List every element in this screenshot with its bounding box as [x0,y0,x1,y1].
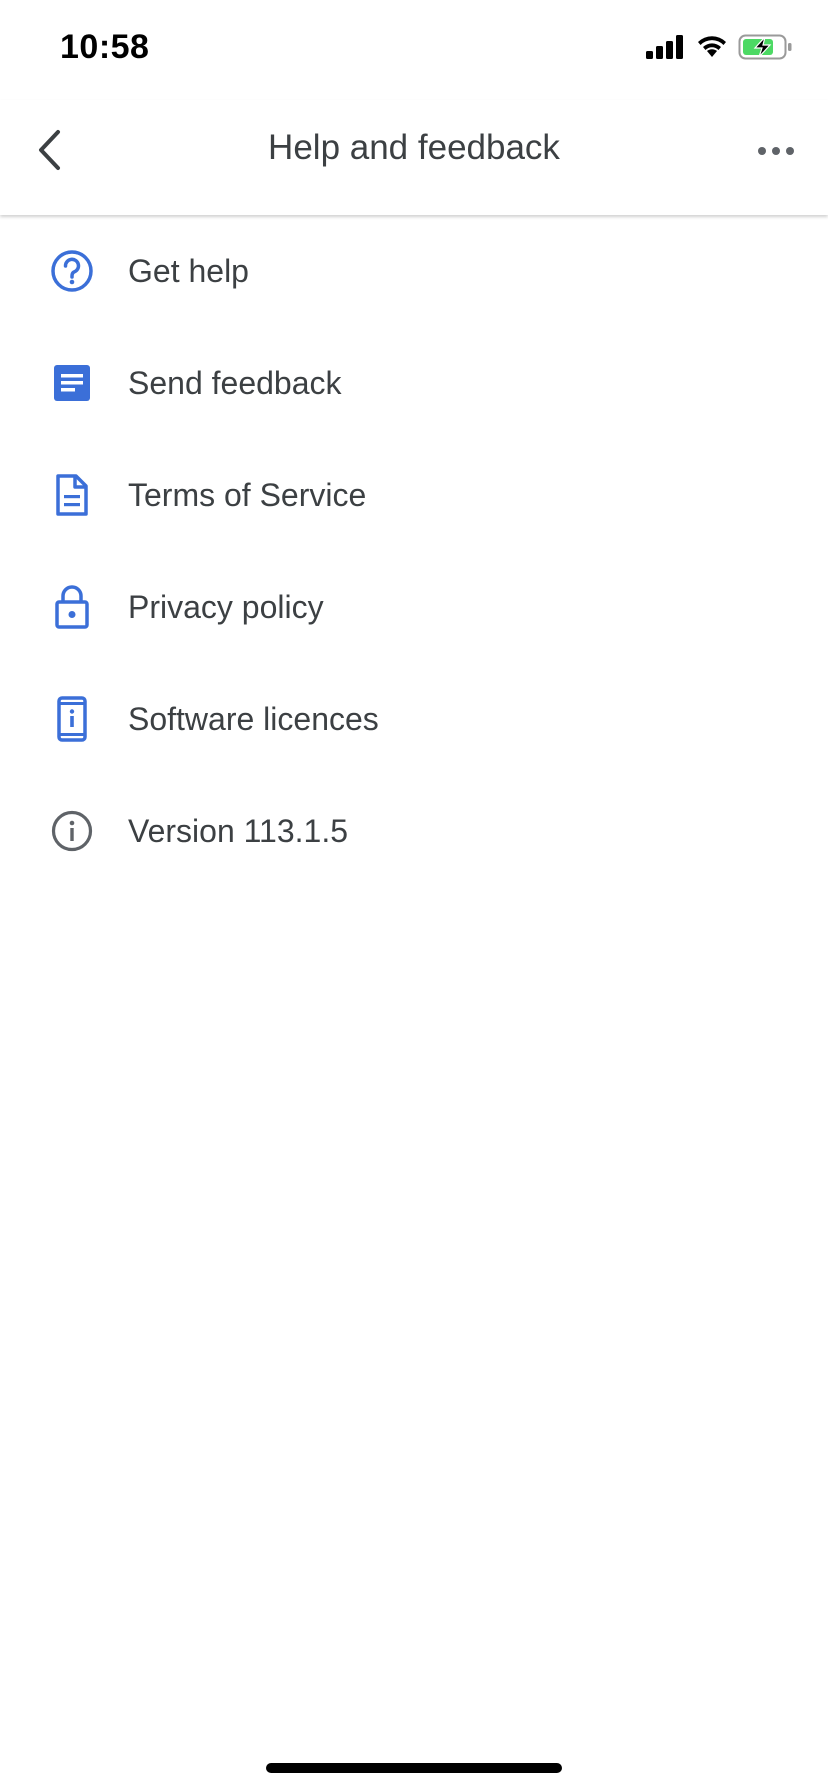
menu-item-label: Privacy policy [128,588,324,625]
version-label: Version 113.1.5 [128,812,349,849]
menu-item-software-licences[interactable]: Software licences [0,663,828,775]
page-title: Help and feedback [268,128,560,167]
menu-item-terms-of-service[interactable]: Terms of Service [0,439,828,551]
menu-item-label: Terms of Service [128,476,367,513]
menu-item-label: Send feedback [128,364,342,401]
menu-item-get-help[interactable]: Get help [0,215,828,327]
home-indicator[interactable] [266,1763,562,1773]
signal-icon [646,34,686,64]
battery-charging-icon [738,34,794,65]
app-bar: Help and feedback [0,100,828,215]
status-icons [646,34,794,64]
menu-item-version: Version 113.1.5 [0,775,828,887]
more-horizontal-icon [758,143,794,161]
menu-item-privacy-policy[interactable]: Privacy policy [0,551,828,663]
status-bar: 10:58 [0,0,828,100]
menu-item-label: Software licences [128,700,379,737]
device-info-icon [48,695,96,743]
screen: 10:58 Help and feedback Get help Send fe… [0,0,828,1792]
feedback-doc-icon [48,359,96,407]
info-icon [48,807,96,855]
document-icon [48,471,96,519]
status-time: 10:58 [60,28,150,66]
menu-item-label: Get help [128,252,249,289]
menu-item-send-feedback[interactable]: Send feedback [0,327,828,439]
help-menu-list: Get help Send feedback Terms of Service … [0,215,828,887]
wifi-icon [696,35,728,64]
more-options-button[interactable] [746,122,806,182]
lock-icon [48,583,96,631]
help-circle-icon [48,247,96,295]
